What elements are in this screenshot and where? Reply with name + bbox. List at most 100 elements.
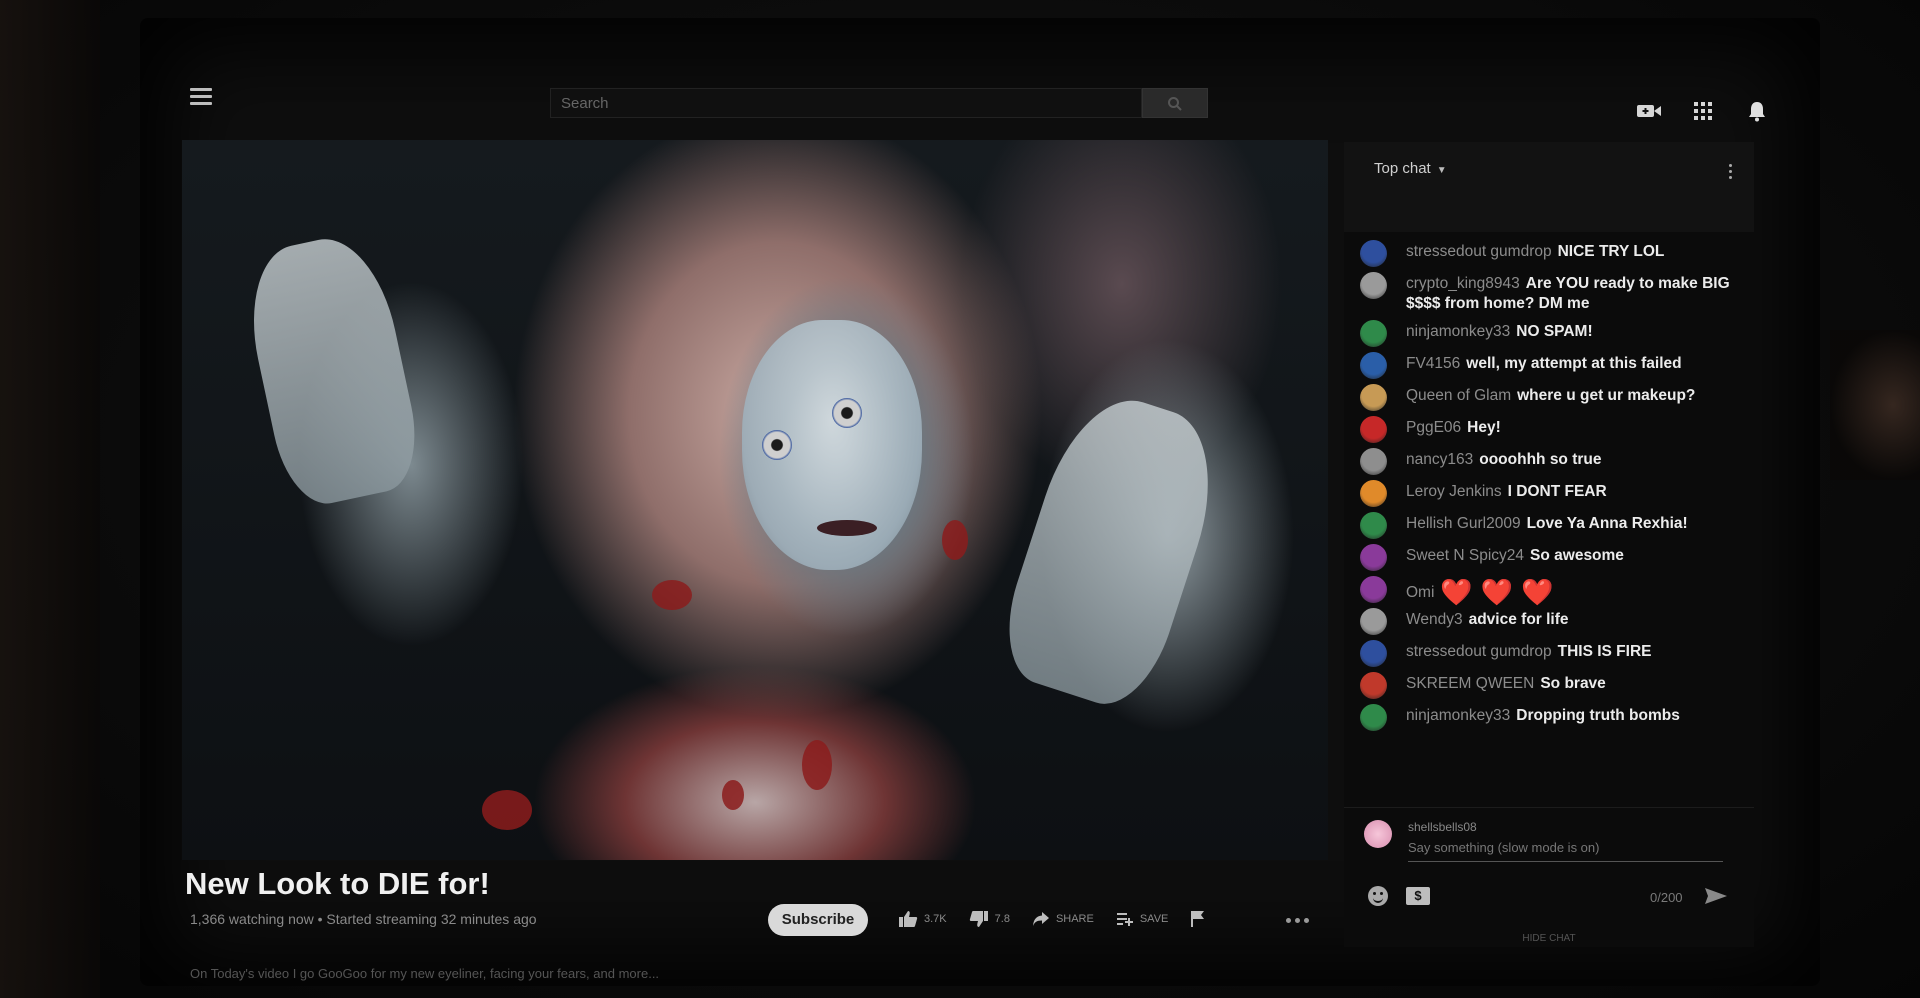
avatar[interactable] bbox=[1360, 240, 1387, 267]
share-label: SHARE bbox=[1055, 913, 1094, 925]
like-button[interactable]: 3.7K bbox=[898, 910, 947, 928]
emoji-icon[interactable] bbox=[1368, 886, 1388, 906]
video-frame-art bbox=[802, 740, 832, 790]
search-button[interactable] bbox=[1142, 88, 1208, 118]
chat-author[interactable]: SKREEM QWEEN bbox=[1406, 675, 1534, 692]
chat-text: Hey! bbox=[1467, 419, 1501, 436]
background-edge bbox=[1830, 330, 1920, 480]
video-actions: 3.7K 7.8 SHARE SAVE bbox=[898, 910, 1234, 928]
chat-author[interactable]: nancy163 bbox=[1406, 451, 1473, 468]
chat-text: THIS IS FIRE bbox=[1557, 643, 1652, 660]
video-frame-art bbox=[236, 228, 428, 512]
chat-author[interactable]: PggE06 bbox=[1406, 419, 1461, 436]
chat-author[interactable]: stressedout gumdrop bbox=[1406, 643, 1552, 660]
playlist-add-icon bbox=[1116, 913, 1133, 926]
chat-author[interactable]: ninjamonkey33 bbox=[1406, 707, 1510, 724]
notifications-bell-icon[interactable] bbox=[1744, 100, 1770, 122]
chat-author[interactable]: crypto_king8943 bbox=[1406, 275, 1520, 292]
create-video-icon[interactable] bbox=[1636, 100, 1662, 122]
chat-text: So brave bbox=[1540, 675, 1606, 692]
chat-author[interactable]: ninjamonkey33 bbox=[1406, 323, 1510, 340]
dislike-count: 7.8 bbox=[994, 913, 1010, 925]
avatar[interactable] bbox=[1360, 608, 1387, 635]
video-meta: 1,366 watching now • Started streaming 3… bbox=[190, 911, 537, 927]
chat-text: where u get ur makeup? bbox=[1517, 387, 1696, 404]
chat-text: well, my attempt at this failed bbox=[1466, 355, 1682, 372]
chat-author[interactable]: Wendy3 bbox=[1406, 611, 1463, 628]
video-frame-art bbox=[989, 382, 1235, 718]
chat-text: advice for life bbox=[1468, 611, 1569, 628]
apps-grid-icon[interactable] bbox=[1690, 100, 1716, 122]
share-button[interactable]: SHARE bbox=[1032, 911, 1094, 927]
video-player[interactable] bbox=[182, 140, 1328, 860]
video-frame-art bbox=[817, 520, 877, 536]
avatar[interactable] bbox=[1360, 416, 1387, 443]
avatar[interactable] bbox=[1360, 640, 1387, 667]
flag-icon bbox=[1191, 911, 1205, 927]
chat-text: Dropping truth bombs bbox=[1516, 707, 1680, 724]
menu-icon[interactable] bbox=[190, 88, 212, 106]
like-count: 3.7K bbox=[924, 913, 947, 925]
chat-text: NO SPAM! bbox=[1516, 323, 1593, 340]
live-chat-panel: Top chat ▼ stressedout gumdrop NICE TRY LO… bbox=[1344, 142, 1754, 947]
save-label: SAVE bbox=[1139, 913, 1169, 925]
video-description: On Today's video I go GooGoo for my new … bbox=[190, 966, 660, 981]
avatar[interactable] bbox=[1360, 480, 1387, 507]
avatar[interactable] bbox=[1360, 576, 1387, 603]
chat-author[interactable]: stressedout gumdrop bbox=[1406, 243, 1552, 260]
avatar[interactable] bbox=[1360, 704, 1387, 731]
video-frame-art bbox=[762, 430, 792, 460]
chat-author[interactable]: Queen of Glam bbox=[1406, 387, 1511, 404]
chat-author[interactable]: Hellish Gurl2009 bbox=[1406, 515, 1521, 532]
input-username: shellsbells08 bbox=[1408, 820, 1477, 834]
chat-author[interactable]: Leroy Jenkins bbox=[1406, 483, 1502, 500]
video-frame-art bbox=[482, 790, 532, 830]
more-options-icon[interactable] bbox=[1286, 918, 1309, 923]
avatar[interactable] bbox=[1360, 384, 1387, 411]
hide-chat-button[interactable]: HIDE CHAT bbox=[1344, 933, 1754, 944]
report-button[interactable] bbox=[1190, 910, 1212, 928]
char-count: 0/200 bbox=[1650, 890, 1683, 905]
chat-input[interactable]: Say something (slow mode is on) bbox=[1408, 840, 1723, 862]
video-frame-art bbox=[652, 580, 692, 610]
avatar[interactable] bbox=[1360, 448, 1387, 475]
avatar[interactable] bbox=[1360, 352, 1387, 379]
background-edge bbox=[0, 0, 100, 998]
avatar bbox=[1364, 820, 1392, 848]
send-icon[interactable] bbox=[1704, 886, 1728, 911]
thumbs-up-icon bbox=[899, 911, 918, 927]
chat-author[interactable]: FV4156 bbox=[1406, 355, 1460, 372]
video-frame-art bbox=[942, 520, 968, 560]
top-bar: Search bbox=[170, 74, 1790, 130]
chat-author[interactable]: Omi bbox=[1406, 584, 1434, 601]
search-input[interactable]: Search bbox=[550, 88, 1142, 118]
dislike-button[interactable]: 7.8 bbox=[969, 910, 1010, 928]
chat-title: Top chat bbox=[1374, 160, 1431, 177]
chat-author[interactable]: Sweet N Spicy24 bbox=[1406, 547, 1524, 564]
avatar[interactable] bbox=[1360, 320, 1387, 347]
subscribe-button[interactable]: Subscribe bbox=[768, 904, 868, 936]
super-chat-button[interactable]: $ bbox=[1406, 887, 1430, 905]
share-icon bbox=[1032, 912, 1049, 926]
caret-down-icon: ▼ bbox=[1436, 165, 1447, 176]
video-frame-art bbox=[722, 780, 744, 810]
chat-text: Love Ya Anna Rexhia! bbox=[1526, 515, 1688, 532]
chat-more-icon[interactable] bbox=[1729, 164, 1732, 179]
chat-text: So awesome bbox=[1530, 547, 1624, 564]
search-icon bbox=[1168, 97, 1182, 111]
thumbs-down-icon bbox=[969, 911, 988, 927]
avatar[interactable] bbox=[1360, 512, 1387, 539]
chat-text: NICE TRY LOL bbox=[1557, 243, 1665, 260]
video-frame-art bbox=[832, 398, 862, 428]
avatar[interactable] bbox=[1360, 544, 1387, 571]
chat-text: oooohhh so true bbox=[1479, 451, 1602, 468]
save-button[interactable]: SAVE bbox=[1116, 911, 1169, 927]
chat-header: Top chat ▼ bbox=[1344, 142, 1754, 232]
video-title: New Look to DIE for! bbox=[185, 866, 490, 901]
chat-text: I DONT FEAR bbox=[1507, 483, 1607, 500]
avatar[interactable] bbox=[1360, 672, 1387, 699]
chat-text: ❤️❤️❤️ bbox=[1440, 577, 1562, 607]
chat-input-area: shellsbells08 Say something (slow mode i… bbox=[1344, 807, 1754, 948]
avatar[interactable] bbox=[1360, 272, 1387, 299]
chat-mode-selector[interactable]: Top chat ▼ bbox=[1374, 160, 1447, 177]
